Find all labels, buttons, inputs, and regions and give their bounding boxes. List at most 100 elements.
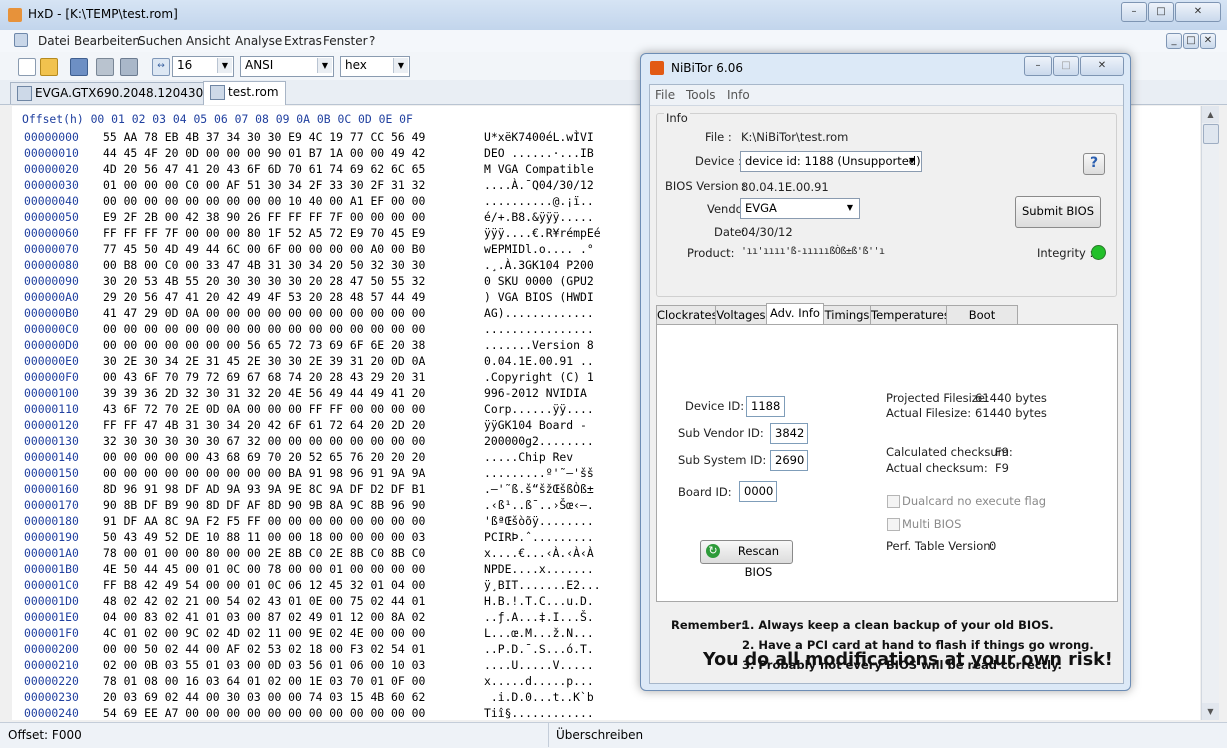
rescan-bios-button[interactable]: ↻ Rescan BIOS [700, 540, 793, 579]
row-ascii[interactable]: ..P.D.¯.S...ó.T. [484, 642, 594, 656]
row-ascii[interactable]: .........º'˜–'šš [484, 466, 594, 480]
row-bytes[interactable]: 01 00 00 00 C0 00 AF 51 30 34 2F 33 30 2… [103, 178, 425, 192]
help-button[interactable]: ? [1083, 153, 1105, 175]
row-ascii[interactable]: ÿ¸BIT.......E2... [484, 578, 601, 592]
menu-file[interactable]: File [655, 88, 675, 102]
row-ascii[interactable]: ..........@.¡ï.. [484, 194, 594, 208]
nibitor-maximize-button[interactable]: □ [1053, 56, 1079, 76]
row-ascii[interactable]: ....À.¯Q04/30/12 [484, 178, 594, 192]
nibitor-close-button[interactable]: ✕ [1080, 56, 1124, 76]
row-bytes[interactable]: 29 20 56 47 41 20 42 49 4F 53 20 28 48 5… [103, 290, 425, 304]
row-bytes[interactable]: FF FF 47 4B 31 30 34 20 42 6F 61 72 64 2… [103, 418, 425, 432]
menu-analyse[interactable]: Analyse [235, 34, 282, 48]
row-bytes[interactable]: 90 8B DF B9 90 8D DF AF 8D 90 9B 8A 9C 8… [103, 498, 425, 512]
menu-help[interactable]: ? [369, 34, 375, 48]
maximize-button[interactable]: □ [1148, 2, 1174, 22]
row-ascii[interactable]: .–'˜ß.š“šžŒšßÒß± [484, 482, 594, 496]
row-bytes[interactable]: 8D 96 91 98 DF AD 9A 93 9A 9E 8C 9A DF D… [103, 482, 425, 496]
tab-temperatures[interactable]: Temperatures [870, 305, 950, 325]
row-ascii[interactable]: x.....d.....p... [484, 674, 594, 688]
menu-datei[interactable]: Datei [38, 34, 70, 48]
menu-fenster[interactable]: Fenster [323, 34, 368, 48]
row-bytes[interactable]: 30 20 53 4B 55 20 30 30 30 30 20 28 47 5… [103, 274, 425, 288]
row-bytes[interactable]: 02 00 0B 03 55 01 03 00 0D 03 56 01 06 0… [103, 658, 425, 672]
mdi-close-button[interactable]: ✕ [1200, 33, 1216, 49]
row-ascii[interactable]: U*xëK7400éL.wÌVI [484, 130, 594, 144]
multibios-checkbox[interactable] [887, 518, 900, 531]
mdi-restore-button[interactable]: □ [1183, 33, 1199, 49]
row-ascii[interactable]: x....€...‹À.‹À‹À [484, 546, 594, 560]
close-button[interactable]: ✕ [1175, 2, 1221, 22]
row-ascii[interactable]: 996-2012 NVIDIA [484, 386, 594, 400]
row-ascii[interactable]: 0 SKU 0000 (GPU2 [484, 274, 594, 288]
row-ascii[interactable]: ÿÿGK104 Board - [484, 418, 594, 432]
row-bytes[interactable]: 78 01 08 00 16 03 64 01 02 00 1E 03 70 0… [103, 674, 425, 688]
row-ascii[interactable]: ................ [484, 322, 594, 336]
row-bytes[interactable]: FF FF FF 7F 00 00 00 80 1F 52 A5 72 E9 7… [103, 226, 425, 240]
save-icon[interactable] [70, 58, 88, 76]
vertical-scrollbar[interactable]: ▲ ▼ [1201, 106, 1219, 720]
row-bytes[interactable]: 00 00 00 00 00 00 00 00 00 10 40 00 A1 E… [103, 194, 425, 208]
row-bytes[interactable]: 00 00 50 02 44 00 AF 02 53 02 18 00 F3 0… [103, 642, 425, 656]
row-ascii[interactable]: .......Version 8 [484, 338, 594, 352]
menu-ansicht[interactable]: Ansicht [186, 34, 230, 48]
menu-bearbeiten[interactable]: Bearbeiten [74, 34, 140, 48]
row-ascii[interactable]: wEPMIDl.o.... .° [484, 242, 594, 256]
row-bytes[interactable]: 43 6F 72 70 2E 0D 0A 00 00 00 FF FF 00 0… [103, 402, 425, 416]
row-ascii[interactable]: .i.D.0...t..K`b [484, 690, 594, 704]
row-bytes[interactable]: 00 00 00 00 00 00 00 56 65 72 73 69 6F 6… [103, 338, 425, 352]
device-id-field[interactable]: 1188 [746, 396, 785, 417]
row-bytes[interactable]: FF B8 42 49 54 00 00 01 0C 06 12 45 32 0… [103, 578, 425, 592]
row-bytes[interactable]: 4D 20 56 47 41 20 43 6F 6D 70 61 74 69 6… [103, 162, 425, 176]
row-bytes[interactable]: 54 69 EE A7 00 00 00 00 00 00 00 00 00 0… [103, 706, 425, 720]
row-bytes[interactable]: 30 2E 30 34 2E 31 45 2E 30 30 2E 39 31 2… [103, 354, 425, 368]
new-file-icon[interactable] [18, 58, 36, 76]
dualcard-checkbox[interactable] [887, 495, 900, 508]
menu-suchen[interactable]: Suchen [138, 34, 182, 48]
row-ascii[interactable]: é/+.B8.&ÿÿÿ..... [484, 210, 594, 224]
menu-extras[interactable]: Extras [284, 34, 322, 48]
row-bytes[interactable]: 41 47 29 0D 0A 00 00 00 00 00 00 00 00 0… [103, 306, 425, 320]
row-ascii[interactable]: .Copyright (C) 1 [484, 370, 594, 384]
row-bytes[interactable]: 50 43 49 52 DE 10 88 11 00 00 18 00 00 0… [103, 530, 425, 544]
row-bytes[interactable]: 00 00 00 00 00 43 68 69 70 20 52 65 76 2… [103, 450, 425, 464]
row-bytes[interactable]: 32 30 30 30 30 30 67 32 00 00 00 00 00 0… [103, 434, 425, 448]
row-bytes[interactable]: 4C 01 02 00 9C 02 4D 02 11 00 9E 02 4E 0… [103, 626, 425, 640]
row-ascii[interactable]: .....Chip Rev [484, 450, 594, 464]
tools-icon[interactable] [96, 58, 114, 76]
row-bytes[interactable]: 39 39 36 2D 32 30 31 32 20 4E 56 49 44 4… [103, 386, 425, 400]
row-bytes[interactable]: 4E 50 44 45 00 01 0C 00 78 00 00 01 00 0… [103, 562, 425, 576]
nibitor-minimize-button[interactable]: – [1024, 56, 1052, 76]
scroll-up-icon[interactable]: ▲ [1202, 106, 1219, 123]
row-bytes[interactable]: 78 00 01 00 00 80 00 00 2E 8B C0 2E 8B C… [103, 546, 425, 560]
row-ascii[interactable]: H.B.!.T.C...u.D. [484, 594, 594, 608]
row-ascii[interactable]: Tiî§............ [484, 706, 594, 720]
minimize-button[interactable]: – [1121, 2, 1147, 22]
row-bytes[interactable]: 55 AA 78 EB 4B 37 34 30 30 E9 4C 19 77 C… [103, 130, 425, 144]
sub-vendor-field[interactable]: 3842 [770, 423, 808, 444]
row-ascii[interactable]: Corp......ÿÿ.... [484, 402, 594, 416]
tab-clockrates[interactable]: Clockrates [656, 305, 718, 325]
submit-bios-button[interactable]: Submit BIOS [1015, 196, 1101, 228]
row-bytes[interactable]: 91 DF AA 8C 9A F2 F5 FF 00 00 00 00 00 0… [103, 514, 425, 528]
tab-test-rom[interactable]: test.rom [203, 81, 286, 105]
row-ascii[interactable]: NPDE....x....... [484, 562, 594, 576]
row-bytes[interactable]: 04 00 83 02 41 01 03 00 87 02 49 01 12 0… [103, 610, 425, 624]
row-bytes[interactable]: 00 00 00 00 00 00 00 00 00 BA 91 98 96 9… [103, 466, 425, 480]
offset-base-select[interactable]: hex ▼ [340, 56, 410, 77]
mdi-minimize-button[interactable]: _ [1166, 33, 1182, 49]
sub-system-field[interactable]: 2690 [770, 450, 808, 471]
row-ascii[interactable]: AG)............. [484, 306, 594, 320]
vendor-select[interactable]: EVGA ▼ [740, 198, 860, 219]
row-bytes[interactable]: E9 2F 2B 00 42 38 90 26 FF FF FF 7F 00 0… [103, 210, 425, 224]
row-bytes[interactable]: 77 45 50 4D 49 44 6C 00 6F 00 00 00 00 A… [103, 242, 425, 256]
row-ascii[interactable]: .‹ß¹..ß¯..›Šœ‹–. [484, 498, 594, 512]
row-ascii[interactable]: ....U.....V..... [484, 658, 594, 672]
scroll-thumb[interactable] [1203, 124, 1219, 144]
tab-boot-settings[interactable]: Boot Settings [946, 305, 1018, 340]
row-bytes[interactable]: 48 02 42 02 21 00 54 02 43 01 0E 00 75 0… [103, 594, 425, 608]
row-ascii[interactable]: 0.04.1E.00.91 .. [484, 354, 594, 368]
row-bytes[interactable]: 20 03 69 02 44 00 30 03 00 00 74 03 15 4… [103, 690, 425, 704]
row-bytes[interactable]: 00 43 6F 70 79 72 69 67 68 74 20 28 43 2… [103, 370, 425, 384]
row-ascii[interactable]: 200000g2........ [484, 434, 594, 448]
